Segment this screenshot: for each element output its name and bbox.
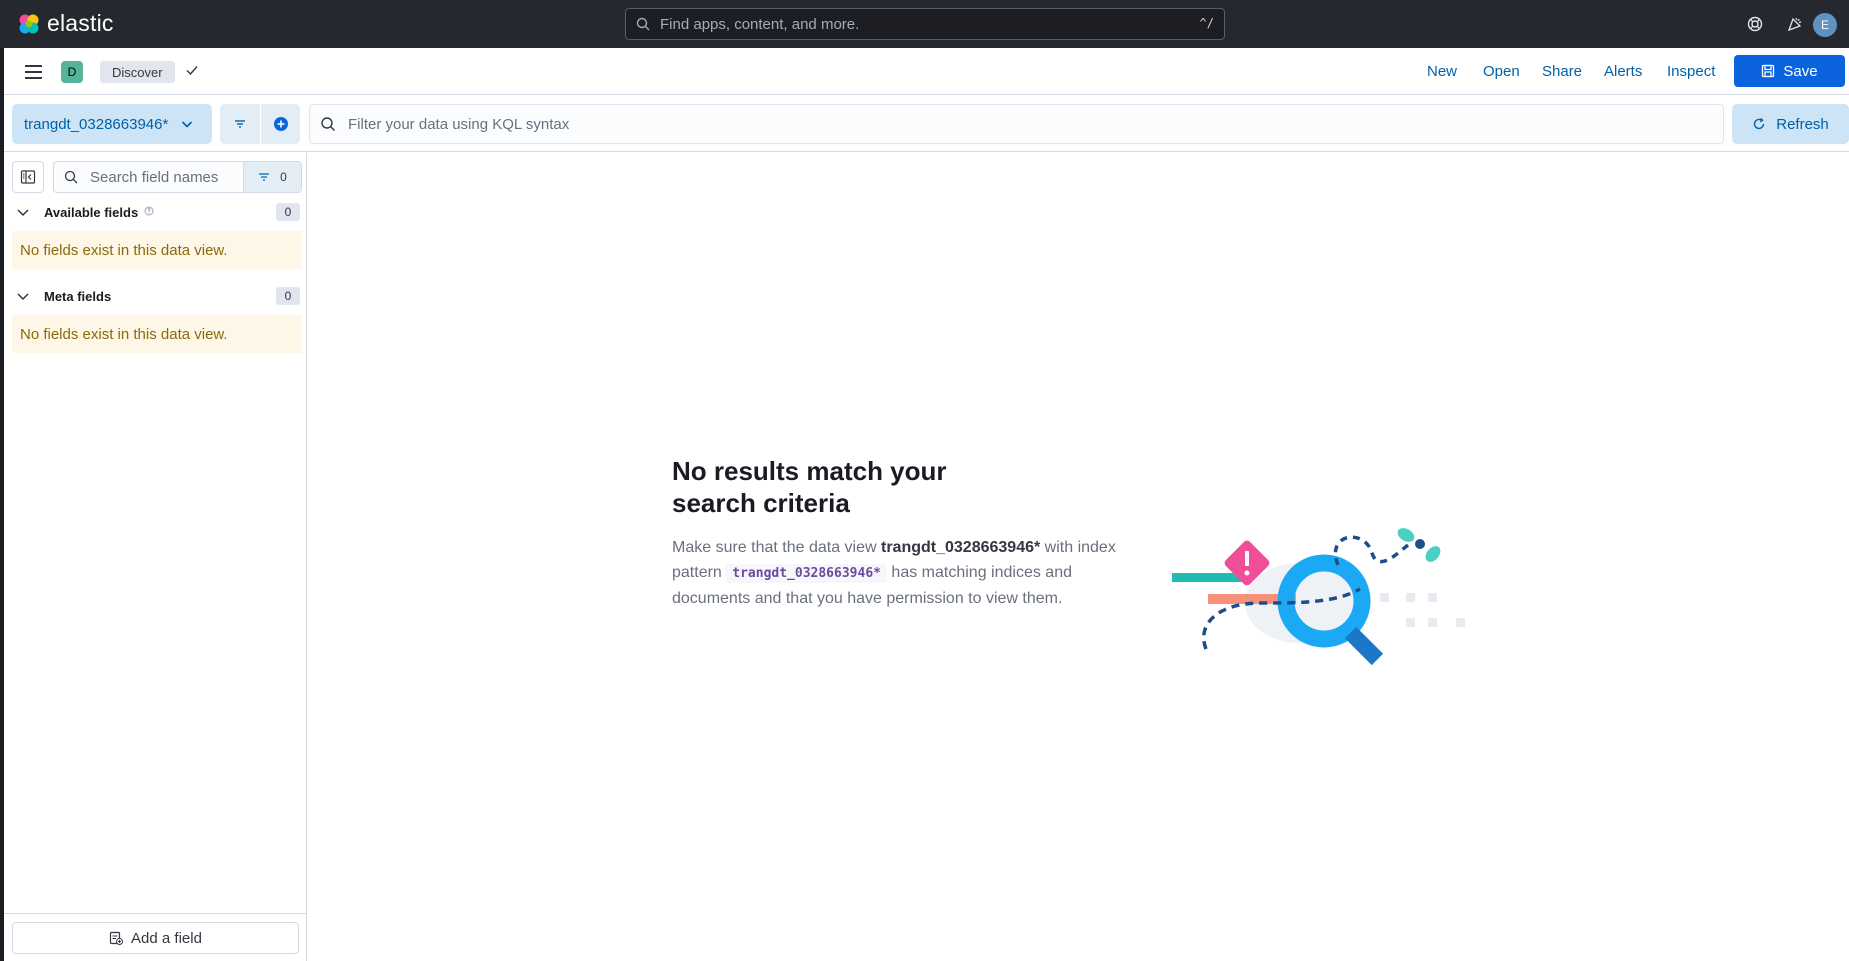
search-icon — [64, 170, 78, 184]
inspect-link[interactable]: Inspect — [1667, 63, 1715, 80]
filter-count: 0 — [280, 170, 287, 184]
chevron-down-icon — [16, 205, 36, 219]
breadcrumb-discover[interactable]: Discover — [100, 61, 175, 83]
global-header: elastic Find apps, content, and more. ^/… — [0, 0, 1849, 48]
empty-state-body: Make sure that the data view trangdt_032… — [672, 535, 1142, 611]
available-fields-title: Available fields — [44, 204, 139, 220]
filter-icon — [259, 173, 270, 181]
field-list-sidebar: Search field names 0 Available fields 0 … — [4, 153, 307, 961]
newsfeed-icon[interactable] — [1783, 12, 1807, 36]
add-field-footer: Add a field — [4, 913, 307, 961]
search-icon — [636, 17, 650, 31]
data-view-label: trangdt_0328663946* — [24, 115, 169, 133]
add-filter-icon[interactable] — [260, 104, 300, 144]
refresh-icon — [1754, 117, 1765, 130]
available-fields-empty: No fields exist in this data view. — [12, 231, 302, 269]
elastic-logo[interactable]: elastic — [18, 10, 114, 37]
meta-fields-header[interactable]: Meta fields 0 — [12, 284, 302, 308]
save-label: Save — [1783, 62, 1818, 80]
save-icon — [1762, 64, 1775, 78]
empty-state-title: No results match your search criteria — [672, 456, 947, 518]
open-link[interactable]: Open — [1483, 63, 1520, 80]
collapse-sidebar-icon[interactable] — [12, 161, 44, 193]
filter-controls — [220, 104, 300, 144]
global-search-placeholder: Find apps, content, and more. — [660, 15, 860, 33]
global-search-input[interactable]: Find apps, content, and more. ^/ — [625, 8, 1225, 40]
app-badge: D — [61, 61, 83, 83]
elastic-cluster-icon — [19, 14, 39, 33]
logo-text: elastic — [47, 10, 114, 36]
empty-body-data-view: trangdt_0328663946* — [881, 539, 1041, 556]
save-button[interactable]: Save — [1734, 55, 1845, 87]
field-search-input[interactable]: Search field names 0 — [53, 161, 302, 193]
search-icon — [321, 117, 335, 131]
app-toolbar: D Discover New Open Share Alerts Inspect… — [4, 48, 1849, 95]
help-icon[interactable] — [1743, 12, 1767, 36]
kql-placeholder: Filter your data using KQL syntax — [348, 115, 570, 133]
user-avatar[interactable]: E — [1813, 13, 1837, 37]
available-fields-header[interactable]: Available fields 0 — [12, 200, 302, 224]
refresh-button[interactable]: Refresh — [1732, 104, 1849, 144]
meta-fields-title: Meta fields — [44, 288, 112, 304]
alerts-link[interactable]: Alerts — [1604, 63, 1642, 80]
menu-toggle-icon[interactable] — [22, 61, 46, 83]
check-icon — [184, 62, 200, 83]
meta-fields-empty: No fields exist in this data view. — [12, 315, 302, 353]
empty-body-text-1: Make sure that the data view — [672, 539, 881, 556]
field-search-placeholder: Search field names — [90, 168, 219, 186]
no-results-illustration — [1172, 528, 1465, 666]
add-field-button[interactable]: Add a field — [12, 922, 299, 954]
add-field-icon — [109, 931, 124, 945]
meta-fields-count: 0 — [276, 287, 300, 305]
chevron-down-icon — [182, 121, 193, 128]
field-type-filter-button[interactable]: 0 — [243, 162, 301, 192]
data-view-picker[interactable]: trangdt_0328663946* — [12, 104, 212, 144]
add-field-label: Add a field — [131, 929, 202, 947]
share-link[interactable]: Share — [1542, 63, 1582, 80]
question-icon[interactable] — [144, 206, 154, 219]
index-pattern-code: trangdt_0328663946* — [726, 564, 887, 583]
filter-menu-icon[interactable] — [220, 104, 260, 144]
results-panel: No results match your search criteria Ma… — [308, 153, 1849, 961]
search-shortcut-hint: ^/ — [1199, 16, 1214, 30]
chevron-down-icon — [16, 289, 36, 303]
available-fields-count: 0 — [276, 203, 300, 221]
new-link[interactable]: New — [1427, 63, 1457, 80]
query-bar: trangdt_0328663946* Filter your data usi… — [4, 96, 1849, 152]
kql-query-input[interactable]: Filter your data using KQL syntax — [309, 104, 1724, 144]
refresh-label: Refresh — [1776, 115, 1829, 133]
